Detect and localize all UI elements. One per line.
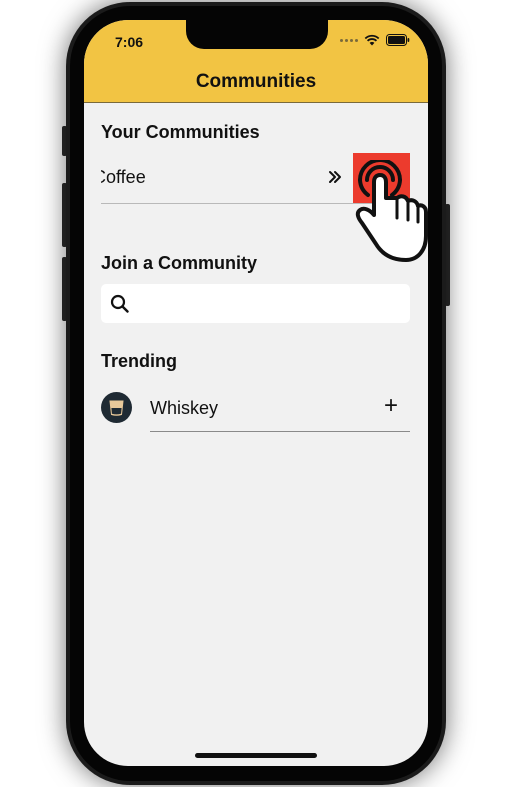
app-screen: 7:06 Communities Your Communities offee … (84, 20, 428, 766)
your-communities-heading: Your Communities (101, 122, 260, 142)
search-icon (110, 294, 129, 313)
notch (186, 20, 328, 49)
status-icons (340, 34, 410, 46)
device-stage: 7:06 Communities Your Communities offee … (0, 0, 511, 787)
wifi-icon (364, 34, 380, 46)
trending-heading: Trending (101, 351, 177, 371)
row-divider (150, 431, 410, 432)
home-indicator[interactable] (195, 753, 317, 758)
join-community-button[interactable]: + (384, 392, 398, 420)
battery-icon (386, 34, 410, 46)
leave-community-button[interactable] (353, 153, 410, 203)
trending-item[interactable]: Whiskey + (101, 388, 410, 432)
page-title: Communities (195, 71, 317, 92)
status-time: 7:06 (115, 34, 144, 50)
join-community-heading: Join a Community (101, 253, 258, 273)
cellular-signal-icon (340, 38, 358, 42)
chevrons-right-icon[interactable] (327, 169, 343, 185)
trending-community-name: Whiskey (150, 398, 219, 418)
glass-icon (109, 400, 124, 416)
search-input[interactable] (141, 284, 405, 325)
community-name: Coffee (101, 167, 146, 187)
community-avatar (101, 392, 132, 423)
community-search-box[interactable] (101, 284, 410, 325)
community-row-coffee[interactable]: Coffee (101, 153, 410, 204)
